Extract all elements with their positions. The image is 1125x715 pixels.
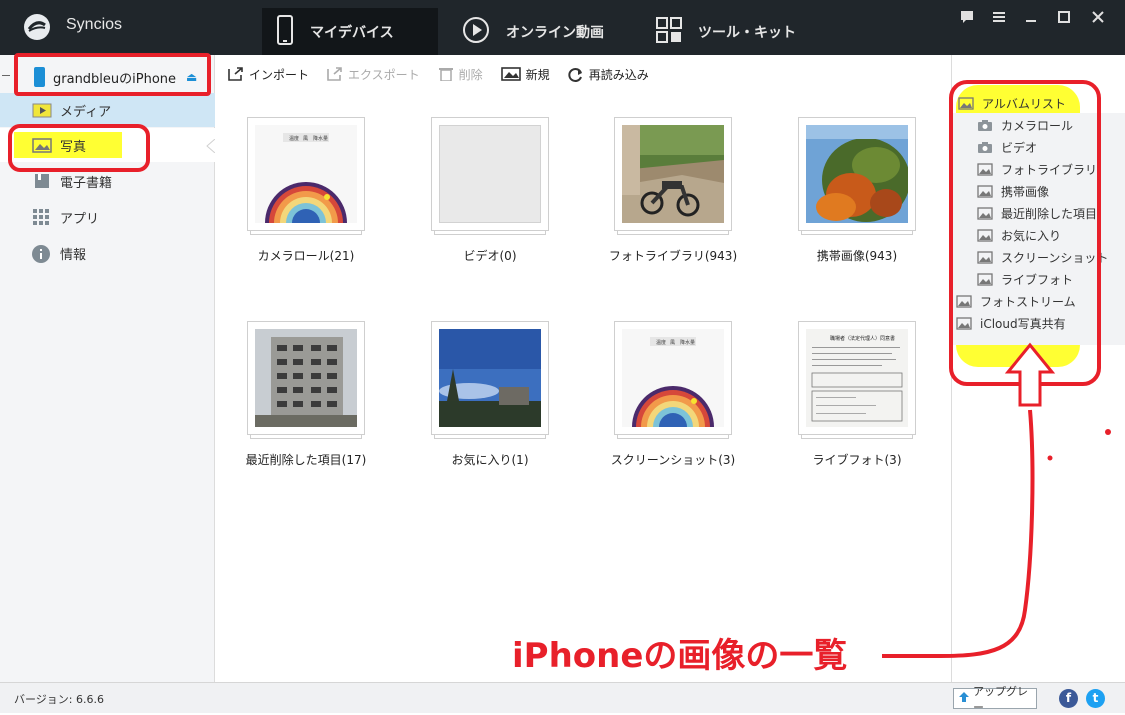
album-tile[interactable]: 温度 風 降水量 スクリーンショット(3): [611, 321, 735, 467]
play-icon: [462, 16, 490, 48]
album-label: ビデオ(0): [463, 249, 517, 263]
album-label: フォトライブラリ(943): [608, 249, 738, 263]
twitter-icon[interactable]: t: [1086, 689, 1105, 708]
ebook-icon: [32, 173, 52, 189]
svg-text:温度: 温度: [656, 339, 666, 346]
motorbike-photo: [622, 125, 724, 223]
tab-my-device[interactable]: マイデバイス: [262, 8, 438, 55]
status-bar: バージョン: 6.6.6 アップグレー f t: [0, 682, 1125, 714]
toolkit-icon: [656, 16, 682, 47]
sidebar-item-label: アプリ: [60, 211, 100, 227]
album-grid: 温度 風 降水量 カメラロール(21) ビデオ(0) フォトライブラリ(943)…: [216, 93, 951, 682]
album-label: ライブフォト(3): [812, 453, 902, 467]
svg-text:風: 風: [303, 136, 308, 142]
title-bar: Syncios マイデバイス オンライン動画 ツール・キット: [0, 0, 1125, 55]
album-thumbnail: 職場者（法定代理人）同意書: [798, 321, 916, 439]
export-button[interactable]: エクスポート: [327, 66, 420, 83]
facebook-icon[interactable]: f: [1059, 689, 1078, 708]
album-label: カメラロール(21): [257, 249, 355, 263]
import-label: インポート: [249, 67, 310, 82]
album-tile[interactable]: 温度 風 降水量 カメラロール(21): [247, 117, 365, 263]
upgrade-label: アップグレー: [973, 684, 1028, 714]
building-photo: [255, 329, 357, 427]
album-thumbnail: 温度 風 降水量: [247, 117, 365, 235]
svg-text:風: 風: [670, 340, 675, 346]
chart-thumbnail: 温度 風 降水量: [255, 125, 357, 223]
svg-text:温度: 温度: [289, 135, 299, 142]
album-tile[interactable]: 職場者（法定代理人）同意書 ライブフォト(3): [798, 321, 916, 467]
sidebar-item-label: 情報: [60, 247, 87, 263]
album-thumbnail: 温度 風 降水量: [614, 321, 732, 439]
album-label: 携帯画像(943): [816, 249, 898, 263]
annotation-box-album-list: [949, 80, 1101, 386]
trash-icon: [438, 67, 454, 82]
sidebar-item-apps[interactable]: アプリ: [0, 200, 215, 234]
menu-icon[interactable]: [988, 10, 1010, 28]
reload-icon: [568, 67, 584, 82]
tab-label: マイデバイス: [310, 24, 394, 41]
album-tile[interactable]: 最近削除した項目(17): [246, 321, 366, 467]
toolbar: インポート エクスポート 削除 新規 再読み込み: [216, 55, 951, 93]
phone-icon: [276, 14, 294, 49]
annotation-caption: iPhoneの画像の一覧: [512, 636, 848, 676]
selection-pointer: [206, 139, 215, 153]
album-thumbnail: [798, 117, 916, 235]
sidebar-item-label: 電子書籍: [60, 175, 113, 191]
import-button[interactable]: インポート: [228, 66, 309, 83]
album-label: スクリーンショット(3): [610, 453, 736, 467]
syncios-logo: [24, 14, 50, 40]
tab-toolkit[interactable]: ツール・キット: [656, 8, 826, 55]
album-tile[interactable]: ビデオ(0): [431, 117, 549, 263]
svg-text:降水量: 降水量: [680, 339, 695, 346]
album-tile[interactable]: 携帯画像(943): [798, 117, 916, 263]
media-icon: [32, 102, 52, 118]
sidebar-item-media[interactable]: メディア: [0, 93, 215, 127]
apps-icon: [32, 209, 52, 225]
empty-thumbnail: [439, 125, 541, 223]
delete-button[interactable]: 削除: [438, 66, 483, 83]
album-label: お気に入り(1): [451, 453, 529, 467]
album-tile[interactable]: お気に入り(1): [431, 321, 549, 467]
reload-button[interactable]: 再読み込み: [568, 66, 649, 83]
svg-text:職場者（法定代理人）同意書: 職場者（法定代理人）同意書: [830, 335, 895, 342]
close-icon[interactable]: [1087, 10, 1109, 28]
tab-label: ツール・キット: [698, 24, 796, 41]
delete-label: 削除: [458, 67, 483, 82]
tab-label: オンライン動画: [506, 24, 604, 41]
chat-icon[interactable]: [956, 10, 978, 28]
tab-online-video[interactable]: オンライン動画: [462, 8, 632, 55]
sidebar-item-info[interactable]: 情報: [0, 236, 215, 270]
album-tile[interactable]: フォトライブラリ(943): [609, 117, 737, 263]
sidebar-item-label: メディア: [60, 104, 112, 120]
version-label: バージョン: 6.6.6: [14, 693, 104, 706]
chart-thumbnail: 温度 風 降水量: [622, 329, 724, 427]
new-label: 新規: [525, 67, 550, 82]
album-thumbnail: [247, 321, 365, 439]
export-icon: [327, 67, 343, 81]
album-thumbnail: [431, 321, 549, 439]
import-icon: [228, 67, 244, 81]
album-thumbnail: [431, 117, 549, 235]
album-thumbnail: [614, 117, 732, 235]
annotation-box-device: [14, 53, 211, 96]
info-icon: [32, 245, 52, 263]
document-photo: 職場者（法定代理人）同意書: [806, 329, 908, 427]
new-album-button[interactable]: 新規: [500, 66, 550, 83]
minimize-icon[interactable]: [1020, 10, 1042, 28]
svg-text:降水量: 降水量: [313, 135, 328, 142]
upgrade-button[interactable]: アップグレー: [953, 685, 1037, 714]
album-label: 最近削除した項目(17): [245, 453, 367, 467]
reload-label: 再読み込み: [588, 67, 649, 82]
new-album-icon: [500, 67, 521, 81]
autumn-photo: [806, 125, 908, 223]
sky-photo: [439, 329, 541, 427]
upgrade-icon: [958, 691, 970, 706]
annotation-box-photos: [8, 124, 150, 172]
export-label: エクスポート: [348, 67, 420, 82]
tree-connector: [2, 75, 10, 76]
maximize-icon[interactable]: [1053, 10, 1075, 28]
app-name: Syncios: [66, 16, 123, 33]
